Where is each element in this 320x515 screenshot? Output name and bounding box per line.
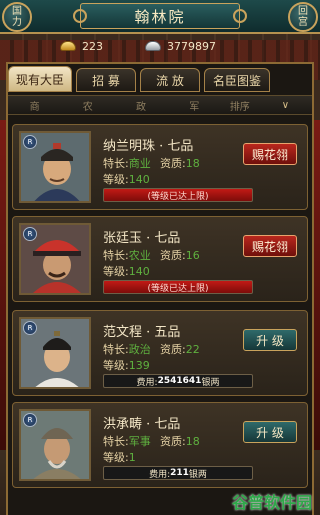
minister-card[interactable]: R 洪承畴 · 七品 特长:军事 资质:18 等级:1 费用: 211 银两 升 级 bbox=[12, 402, 308, 488]
level-value: 140 bbox=[128, 173, 150, 186]
level-label: 等级: bbox=[103, 173, 129, 186]
sort-agriculture[interactable]: 农 bbox=[61, 98, 114, 113]
minister-name: 范文程 · 五品 bbox=[103, 325, 181, 340]
rank-badge-icon: R bbox=[23, 227, 37, 241]
specialty-value: 商业 bbox=[128, 157, 151, 170]
title-ornament-right-icon bbox=[233, 9, 247, 23]
rank-badge-icon: R bbox=[23, 135, 37, 149]
aptitude-label: 资质: bbox=[160, 249, 186, 262]
avatar: R bbox=[19, 409, 91, 481]
aptitude-label: 资质: bbox=[160, 435, 186, 448]
return-palace-label-1: 回 bbox=[298, 6, 308, 17]
level-label: 等级: bbox=[103, 451, 129, 464]
cost-prefix: 费用: bbox=[136, 377, 158, 388]
page-title: 翰林院 bbox=[134, 7, 186, 26]
level: 等级:1 bbox=[103, 449, 136, 465]
minister-card[interactable]: R 张廷玉 · 七品 特长:农业 资质:16 等级:140 (等级已达上限) 赐… bbox=[12, 216, 308, 302]
watermark: 谷普软件园 bbox=[231, 493, 312, 512]
silver-ingot-icon bbox=[145, 41, 161, 51]
cost-unit: 银两 bbox=[201, 377, 220, 388]
specialty-label: 特长: bbox=[103, 157, 129, 170]
national-power-label-1: 国 bbox=[12, 6, 22, 17]
aptitude-label: 资质: bbox=[160, 343, 186, 356]
aptitude: 资质:22 bbox=[160, 341, 200, 357]
specialty-label: 特长: bbox=[103, 343, 129, 356]
specialty-label: 特长: bbox=[103, 249, 129, 262]
specialty-value: 农业 bbox=[128, 249, 151, 262]
cost-value: 211 bbox=[170, 468, 189, 478]
level-value: 139 bbox=[128, 359, 150, 372]
minister-name: 洪承畴 · 七品 bbox=[103, 417, 181, 432]
level-label: 等级: bbox=[103, 265, 129, 278]
tab-current-ministers[interactable]: 现有大臣 bbox=[8, 66, 72, 92]
minister-name: 纳兰明珠 · 七品 bbox=[103, 139, 194, 154]
silver-amount: 3779897 bbox=[167, 39, 216, 53]
level-value: 1 bbox=[128, 451, 136, 464]
aptitude: 资质:18 bbox=[160, 433, 200, 449]
national-power-button[interactable]: 国 力 bbox=[2, 2, 32, 32]
tab-bar: 现有大臣 招 募 流 放 名臣图鉴 bbox=[8, 66, 314, 94]
top-bar: 国 力 翰林院 回 宫 bbox=[0, 0, 320, 34]
upgrade-cost-bar: 费用: 2541641 银两 bbox=[103, 374, 253, 388]
cost-value: 2541641 bbox=[157, 376, 202, 386]
cost-unit: 银两 bbox=[188, 469, 207, 480]
return-palace-label-2: 宫 bbox=[298, 17, 308, 28]
specialty-label: 特长: bbox=[103, 435, 129, 448]
aptitude-value: 18 bbox=[185, 157, 200, 170]
tab-recruit[interactable]: 招 募 bbox=[76, 68, 136, 92]
national-power-label-2: 力 bbox=[12, 17, 22, 28]
aptitude: 资质:16 bbox=[160, 247, 200, 263]
avatar: R bbox=[19, 317, 91, 389]
avatar: R bbox=[19, 223, 91, 295]
gold-amount: 223 bbox=[82, 39, 103, 53]
specialty-value: 军事 bbox=[128, 435, 151, 448]
specialty: 特长:商业 bbox=[103, 155, 151, 171]
avatar: R bbox=[19, 131, 91, 203]
level-max-bar: (等级已达上限) bbox=[103, 280, 253, 294]
level-value: 140 bbox=[128, 265, 150, 278]
sort-politics[interactable]: 政 bbox=[114, 98, 167, 113]
aptitude-value: 18 bbox=[185, 435, 200, 448]
level: 等级:139 bbox=[103, 357, 150, 373]
minister-card[interactable]: R 纳兰明珠 · 七品 特长:商业 资质:18 等级:140 (等级已达上限) … bbox=[12, 124, 308, 210]
tab-exile[interactable]: 流 放 bbox=[140, 68, 200, 92]
specialty: 特长:军事 bbox=[103, 433, 151, 449]
upgrade-cost-bar: 费用: 211 银两 bbox=[103, 466, 253, 480]
currency-bar: 223 3779897 bbox=[60, 36, 216, 56]
aptitude-label: 资质: bbox=[160, 157, 186, 170]
sort-dropdown-label[interactable]: 排序 bbox=[221, 98, 259, 113]
tab-famous-ministers[interactable]: 名臣图鉴 bbox=[204, 68, 270, 92]
rank-badge-icon: R bbox=[23, 321, 37, 335]
rank-badge-icon: R bbox=[23, 413, 37, 427]
specialty: 特长:政治 bbox=[103, 341, 151, 357]
aptitude: 资质:18 bbox=[160, 155, 200, 171]
level: 等级:140 bbox=[103, 171, 150, 187]
bestow-feather-button[interactable]: 赐花翎 bbox=[243, 235, 297, 257]
sort-commerce[interactable]: 商 bbox=[8, 98, 61, 113]
minister-name: 张廷玉 · 七品 bbox=[103, 231, 181, 246]
specialty-value: 政治 bbox=[128, 343, 151, 356]
aptitude-value: 16 bbox=[185, 249, 200, 262]
upgrade-button[interactable]: 升 级 bbox=[243, 421, 297, 443]
chevron-down-icon[interactable]: ∨ bbox=[259, 100, 312, 111]
upgrade-button[interactable]: 升 级 bbox=[243, 329, 297, 351]
bestow-feather-button[interactable]: 赐花翎 bbox=[243, 143, 297, 165]
sort-bar: 商 农 政 军 排序 ∨ bbox=[8, 95, 312, 115]
cost-prefix: 费用: bbox=[149, 469, 171, 480]
minister-card[interactable]: R 范文程 · 五品 特长:政治 资质:22 等级:139 费用: 2541641… bbox=[12, 310, 308, 396]
sort-military[interactable]: 军 bbox=[168, 98, 221, 113]
level-max-bar: (等级已达上限) bbox=[103, 188, 253, 202]
title-ornament-left-icon bbox=[73, 9, 87, 23]
level: 等级:140 bbox=[103, 263, 150, 279]
aptitude-value: 22 bbox=[185, 343, 200, 356]
specialty: 特长:农业 bbox=[103, 247, 151, 263]
right-pillar bbox=[314, 120, 320, 450]
title-plate: 翰林院 bbox=[73, 3, 247, 29]
level-label: 等级: bbox=[103, 359, 129, 372]
return-palace-button[interactable]: 回 宫 bbox=[288, 2, 318, 32]
gold-ingot-icon bbox=[60, 41, 76, 51]
